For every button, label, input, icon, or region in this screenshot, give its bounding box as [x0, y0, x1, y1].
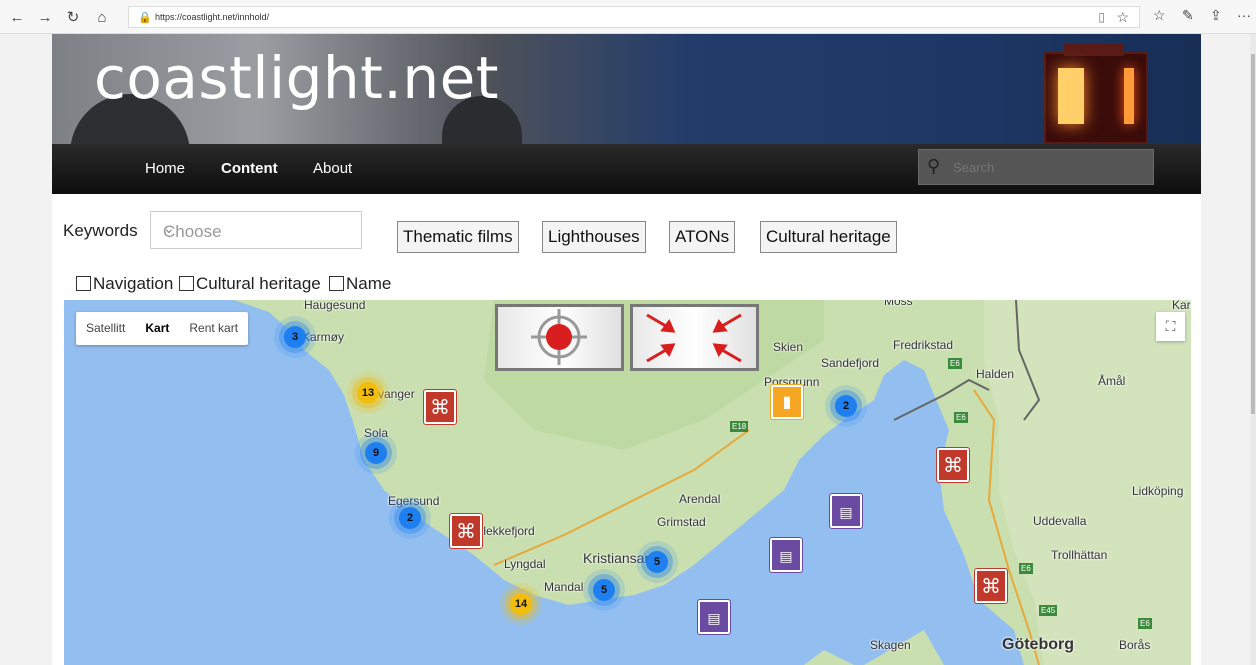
- home-icon[interactable]: ⌂: [91, 7, 113, 29]
- place-label: Karlstad: [1172, 300, 1191, 312]
- place-label: Sola: [364, 426, 389, 440]
- locate-me-button[interactable]: [495, 304, 624, 371]
- place-label: Åmål: [1098, 374, 1126, 388]
- site-banner: coastlight.net: [52, 34, 1201, 144]
- checkbox-navigation[interactable]: Navigation: [76, 274, 173, 294]
- checkbox-cultural-heritage[interactable]: Cultural heritage: [179, 274, 321, 294]
- nav-content[interactable]: Content: [221, 160, 278, 177]
- map-cluster[interactable]: 3: [284, 326, 306, 348]
- map-cluster[interactable]: 13: [357, 382, 379, 404]
- search-input[interactable]: [953, 156, 1143, 178]
- back-icon[interactable]: ←: [6, 7, 28, 29]
- cultural-heritage-button[interactable]: Cultural heritage: [760, 221, 897, 253]
- target-icon: [531, 309, 587, 365]
- road-shield: E6: [948, 358, 962, 369]
- reading-view-icon[interactable]: ▯: [1098, 10, 1105, 24]
- cultural-heritage-marker[interactable]: ⌘: [974, 568, 1008, 604]
- place-label: Halden: [976, 367, 1015, 381]
- site-title[interactable]: coastlight.net: [94, 44, 499, 112]
- search-icon: ⚲: [927, 156, 941, 176]
- chevron-down-icon: ⌄: [163, 220, 175, 236]
- map-type-rent-kart[interactable]: Rent kart: [179, 312, 248, 345]
- map-type-control: Satellitt Kart Rent kart: [76, 312, 249, 345]
- place-label: Lidköping: [1132, 484, 1184, 498]
- place-label: Fredrikstad: [893, 338, 954, 352]
- map-type-kart[interactable]: Kart: [135, 312, 179, 345]
- place-label: Skagen: [870, 638, 911, 652]
- road-shield: E6: [954, 412, 968, 423]
- expand-arrows-icon: [646, 313, 742, 363]
- lighthouses-button[interactable]: Lighthouses: [542, 221, 646, 253]
- nav-about[interactable]: About: [313, 160, 352, 177]
- map-cluster[interactable]: 5: [646, 551, 668, 573]
- page: coastlight.net Home Content About ⚲ Keyw…: [52, 34, 1201, 665]
- main-nav: Home Content About ⚲: [52, 144, 1201, 194]
- place-label: Skien: [773, 340, 804, 354]
- film-marker[interactable]: ▤: [697, 599, 731, 635]
- keywords-select[interactable]: Choose ⌄: [150, 211, 362, 249]
- place-label: Flekkefjord: [476, 524, 535, 538]
- search-box: ⚲: [918, 149, 1154, 185]
- refresh-icon[interactable]: ↻: [62, 7, 84, 29]
- road-shield: E6: [1019, 563, 1033, 574]
- checkbox-name[interactable]: Name: [329, 274, 391, 294]
- place-label: Haugesund: [304, 300, 366, 312]
- nav-home[interactable]: Home: [145, 160, 185, 177]
- place-label: Göteborg: [1002, 636, 1074, 653]
- place-label: Mandal: [544, 580, 584, 594]
- map-type-satellitt[interactable]: Satellitt: [76, 312, 135, 345]
- map-land: [64, 300, 1191, 665]
- place-label: Trollhättan: [1051, 548, 1108, 562]
- cultural-heritage-marker[interactable]: ⌘: [449, 513, 483, 549]
- address-url: https://coastlight.net/innhold/: [155, 12, 270, 22]
- zoom-extent-button[interactable]: [630, 304, 759, 371]
- thematic-films-button[interactable]: Thematic films: [397, 221, 519, 253]
- place-label: Karmøy: [302, 330, 344, 344]
- map-cluster[interactable]: 9: [365, 442, 387, 464]
- cultural-heritage-marker[interactable]: ⌘: [423, 389, 457, 425]
- place-label: Egersund: [388, 494, 440, 508]
- more-icon[interactable]: ···: [1237, 7, 1251, 23]
- place-label: Arendal: [679, 492, 721, 506]
- forward-icon[interactable]: →: [34, 7, 56, 29]
- lighthouse-lamp-image: [1044, 44, 1148, 144]
- map-cluster[interactable]: 2: [399, 507, 421, 529]
- place-label: Grimstad: [657, 515, 706, 529]
- road-shield: E45: [1039, 605, 1058, 616]
- place-label: Lyngdal: [504, 557, 546, 571]
- place-label: Uddevalla: [1033, 514, 1087, 528]
- map-cluster[interactable]: 14: [510, 593, 532, 615]
- lighthouse-marker[interactable]: ▮: [770, 384, 804, 420]
- map-cluster[interactable]: 2: [835, 395, 857, 417]
- favorite-star-icon[interactable]: ☆: [1116, 9, 1129, 26]
- favorites-icon[interactable]: ☆: [1153, 7, 1166, 24]
- film-marker[interactable]: ▤: [769, 537, 803, 573]
- map[interactable]: Satellitt Kart Rent kart ⛶ Haugesund Kar…: [64, 300, 1191, 665]
- place-label: Moss: [884, 300, 913, 308]
- road-shield: E6: [1138, 618, 1152, 629]
- address-bar[interactable]: 🔒 https://coastlight.net/innhold/ ▯ ☆: [128, 6, 1140, 28]
- lock-icon: 🔒: [138, 12, 152, 24]
- browser-toolbar: ← → ↻ ⌂ 🔒 https://coastlight.net/innhold…: [0, 0, 1256, 34]
- film-marker[interactable]: ▤: [829, 493, 863, 529]
- map-cluster[interactable]: 5: [593, 579, 615, 601]
- keywords-label: Keywords: [63, 221, 138, 240]
- place-label: Sandefjord: [821, 356, 880, 370]
- atons-button[interactable]: ATONs: [669, 221, 736, 253]
- road-shield: E18: [730, 421, 749, 432]
- notes-icon[interactable]: ✎: [1182, 7, 1194, 24]
- place-label: Borås: [1119, 638, 1151, 652]
- page-scrollbar[interactable]: [1250, 34, 1256, 665]
- cultural-heritage-marker[interactable]: ⌘: [936, 447, 970, 483]
- share-icon[interactable]: ⇪: [1210, 7, 1222, 24]
- fullscreen-icon[interactable]: ⛶: [1156, 312, 1185, 341]
